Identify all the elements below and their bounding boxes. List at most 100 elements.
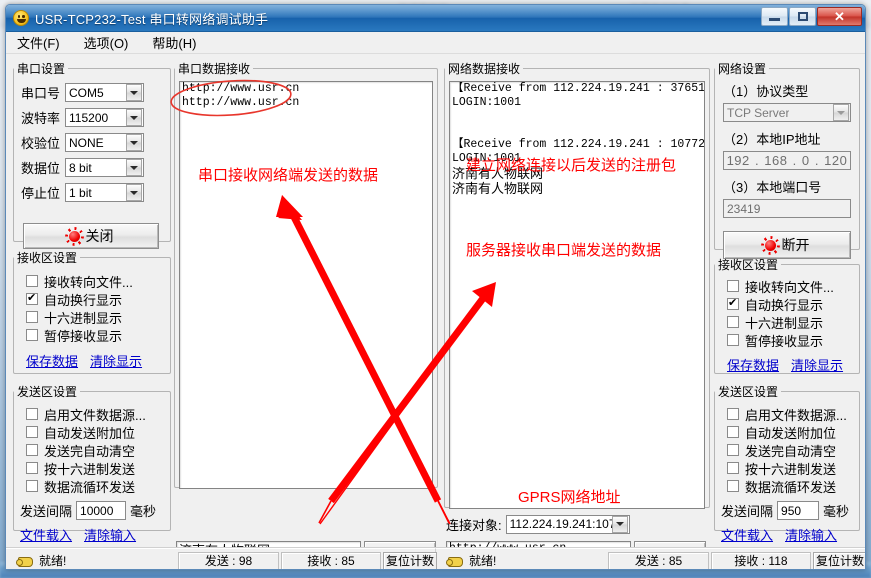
net-recv-save-link[interactable]: 保存数据: [727, 355, 779, 374]
local-ip-input[interactable]: 192 . 168 . 0 . 120: [723, 151, 851, 170]
minimize-button[interactable]: [761, 7, 788, 26]
baud-rate-combo[interactable]: 115200: [65, 108, 145, 127]
serial-close-button[interactable]: 关闭: [23, 223, 159, 249]
parity-value: NONE: [69, 135, 104, 150]
serial-recv-line: http://www.usr.cn: [182, 82, 300, 95]
net-recv-chk-pause[interactable]: 暂停接收显示: [727, 331, 843, 349]
checkbox-checked-icon: [26, 291, 38, 305]
window-title: USR-TCP232-Test 串口转网络调试助手: [35, 11, 269, 27]
net-send-chk-hex[interactable]: 按十六进制发送: [727, 459, 849, 477]
net-interval-input[interactable]: 950: [777, 501, 820, 520]
serial-send-chk-hex[interactable]: 按十六进制发送: [26, 459, 156, 477]
protocol-type-value: TCP Server: [727, 105, 790, 120]
chevron-down-icon: [126, 159, 143, 176]
net-recv-chk-file[interactable]: 接收转向文件...: [727, 277, 843, 295]
title-bar[interactable]: USR-TCP232-Test 串口转网络调试助手 ✕: [6, 5, 865, 32]
net-interval-value: 950: [781, 503, 802, 518]
serial-recv-save-link[interactable]: 保存数据: [26, 351, 78, 370]
serial-recv-chk-file[interactable]: 接收转向文件...: [26, 272, 142, 290]
net-recv-clear-link[interactable]: 清除显示: [791, 355, 843, 374]
net-recv-settings-legend: 接收区设置: [718, 258, 779, 272]
net-recv-chk-hex-label: 十六进制显示: [745, 315, 824, 331]
serial-recv-clear-link[interactable]: 清除显示: [90, 351, 142, 370]
stop-bits-combo[interactable]: 1 bit: [65, 183, 145, 202]
menu-help[interactable]: 帮助(H): [149, 32, 199, 53]
network-settings-group: 网络设置 （1）协议类型 TCP Server （2）本地IP地址 192 . …: [714, 60, 860, 259]
net-send-chk-autoappend-label: 自动发送附加位: [745, 425, 837, 441]
serial-recv-textarea[interactable]: http://www.usr.cn http://www.usr.cn: [179, 81, 433, 489]
status-right-ready: 就绪!: [469, 554, 497, 568]
checkbox-icon: [727, 334, 739, 346]
net-recv-line: LOGIN:1001: [452, 152, 522, 165]
net-send-chk-loop[interactable]: 数据流循环发送: [727, 477, 849, 495]
net-recv-textarea[interactable]: 【Receive from 112.224.19.241 : 37651】: L…: [449, 81, 705, 509]
status-left-reset-button[interactable]: 复位计数: [383, 551, 437, 569]
checkbox-icon: [727, 426, 739, 438]
net-send-chk-filesrc-label: 启用文件数据源...: [745, 407, 847, 423]
chevron-down-icon: [611, 515, 628, 533]
net-interval-unit: 毫秒: [823, 504, 850, 519]
serial-recv-settings-group: 接收区设置 接收转向文件... 自动换行显示 十六进制显示 暂停接收显示: [13, 249, 171, 374]
net-recv-chk-pause-label: 暂停接收显示: [745, 333, 824, 349]
net-send-clearinput-link[interactable]: 清除输入: [785, 525, 837, 544]
ip-dot: .: [792, 153, 797, 168]
maximize-button[interactable]: [789, 7, 816, 26]
serial-recv-panel-legend: 串口数据接收: [178, 62, 251, 76]
checkbox-icon: [727, 316, 739, 328]
checkbox-icon: [26, 444, 38, 456]
parity-combo[interactable]: NONE: [65, 133, 145, 152]
net-recv-panel-group: 网络数据接收 【Receive from 112.224.19.241 : 37…: [444, 60, 710, 509]
net-send-chk-filesrc[interactable]: 启用文件数据源...: [727, 405, 849, 423]
net-send-chk-autoclear[interactable]: 发送完自动清空: [727, 441, 849, 459]
stop-bits-label: 停止位: [21, 186, 61, 201]
serial-send-chk-filesrc[interactable]: 启用文件数据源...: [26, 405, 156, 423]
serial-recv-settings-legend: 接收区设置: [17, 251, 78, 265]
protocol-type-combo[interactable]: TCP Server: [723, 103, 851, 122]
menu-bar: 文件(F) 选项(O) 帮助(H): [6, 32, 865, 54]
serial-send-chk-loop[interactable]: 数据流循环发送: [26, 477, 156, 495]
status-bars: 就绪! 发送 : 98 接收 : 85 复位计数 就绪! 发送 : 85 接收 …: [6, 547, 865, 569]
serial-send-chk-autoappend[interactable]: 自动发送附加位: [26, 423, 156, 441]
serial-recv-chk-hex[interactable]: 十六进制显示: [26, 308, 142, 326]
serial-send-chk-filesrc-label: 启用文件数据源...: [44, 407, 146, 423]
net-send-chk-autoclear-label: 发送完自动清空: [745, 443, 837, 459]
serial-send-clearinput-link[interactable]: 清除输入: [84, 525, 136, 544]
serial-interval-input[interactable]: 10000: [76, 501, 127, 520]
menu-options[interactable]: 选项(O): [81, 32, 132, 53]
checkbox-icon: [26, 408, 38, 420]
close-button[interactable]: ✕: [817, 7, 862, 26]
data-bits-combo[interactable]: 8 bit: [65, 158, 145, 177]
local-port-input[interactable]: 23419: [723, 199, 851, 218]
status-right-reset-button[interactable]: 复位计数: [813, 551, 865, 569]
serial-recv-chk-pause[interactable]: 暂停接收显示: [26, 326, 142, 344]
hand-pointer-icon: [446, 554, 463, 568]
net-target-value: 112.224.19.241:107: [509, 517, 612, 531]
annotation-tail-2: [318, 500, 332, 524]
serial-send-fileload-link[interactable]: 文件载入: [20, 525, 72, 544]
serial-port-combo[interactable]: COM5: [65, 83, 145, 102]
serial-send-chk-loop-label: 数据流循环发送: [44, 479, 136, 495]
net-send-chk-autoappend[interactable]: 自动发送附加位: [727, 423, 849, 441]
net-target-combo[interactable]: 112.224.19.241:107: [505, 514, 630, 534]
serial-send-chk-autoclear[interactable]: 发送完自动清空: [26, 441, 156, 459]
net-send-fileload-link[interactable]: 文件载入: [721, 525, 773, 544]
net-recv-chk-hex[interactable]: 十六进制显示: [727, 313, 843, 331]
ip-octet-2: 168: [764, 153, 788, 168]
network-settings-legend: 网络设置: [718, 62, 767, 76]
network-disconnect-button[interactable]: 断开: [723, 231, 851, 259]
net-send-chk-hex-label: 按十六进制发送: [745, 461, 837, 477]
checkbox-icon: [727, 444, 739, 456]
chevron-down-icon: [126, 84, 143, 101]
checkbox-icon: [26, 480, 38, 492]
checkbox-icon: [727, 480, 739, 492]
checkbox-icon: [26, 275, 38, 287]
maximize-icon: [797, 12, 808, 21]
menu-file[interactable]: 文件(F): [14, 32, 63, 53]
checkbox-icon: [727, 280, 739, 292]
serial-recv-chk-wrap[interactable]: 自动换行显示: [26, 290, 142, 308]
checkbox-icon: [727, 462, 739, 474]
chevron-down-icon: [126, 109, 143, 126]
checkbox-checked-icon: [727, 296, 739, 310]
net-recv-chk-wrap[interactable]: 自动换行显示: [727, 295, 843, 313]
checkbox-icon: [26, 462, 38, 474]
